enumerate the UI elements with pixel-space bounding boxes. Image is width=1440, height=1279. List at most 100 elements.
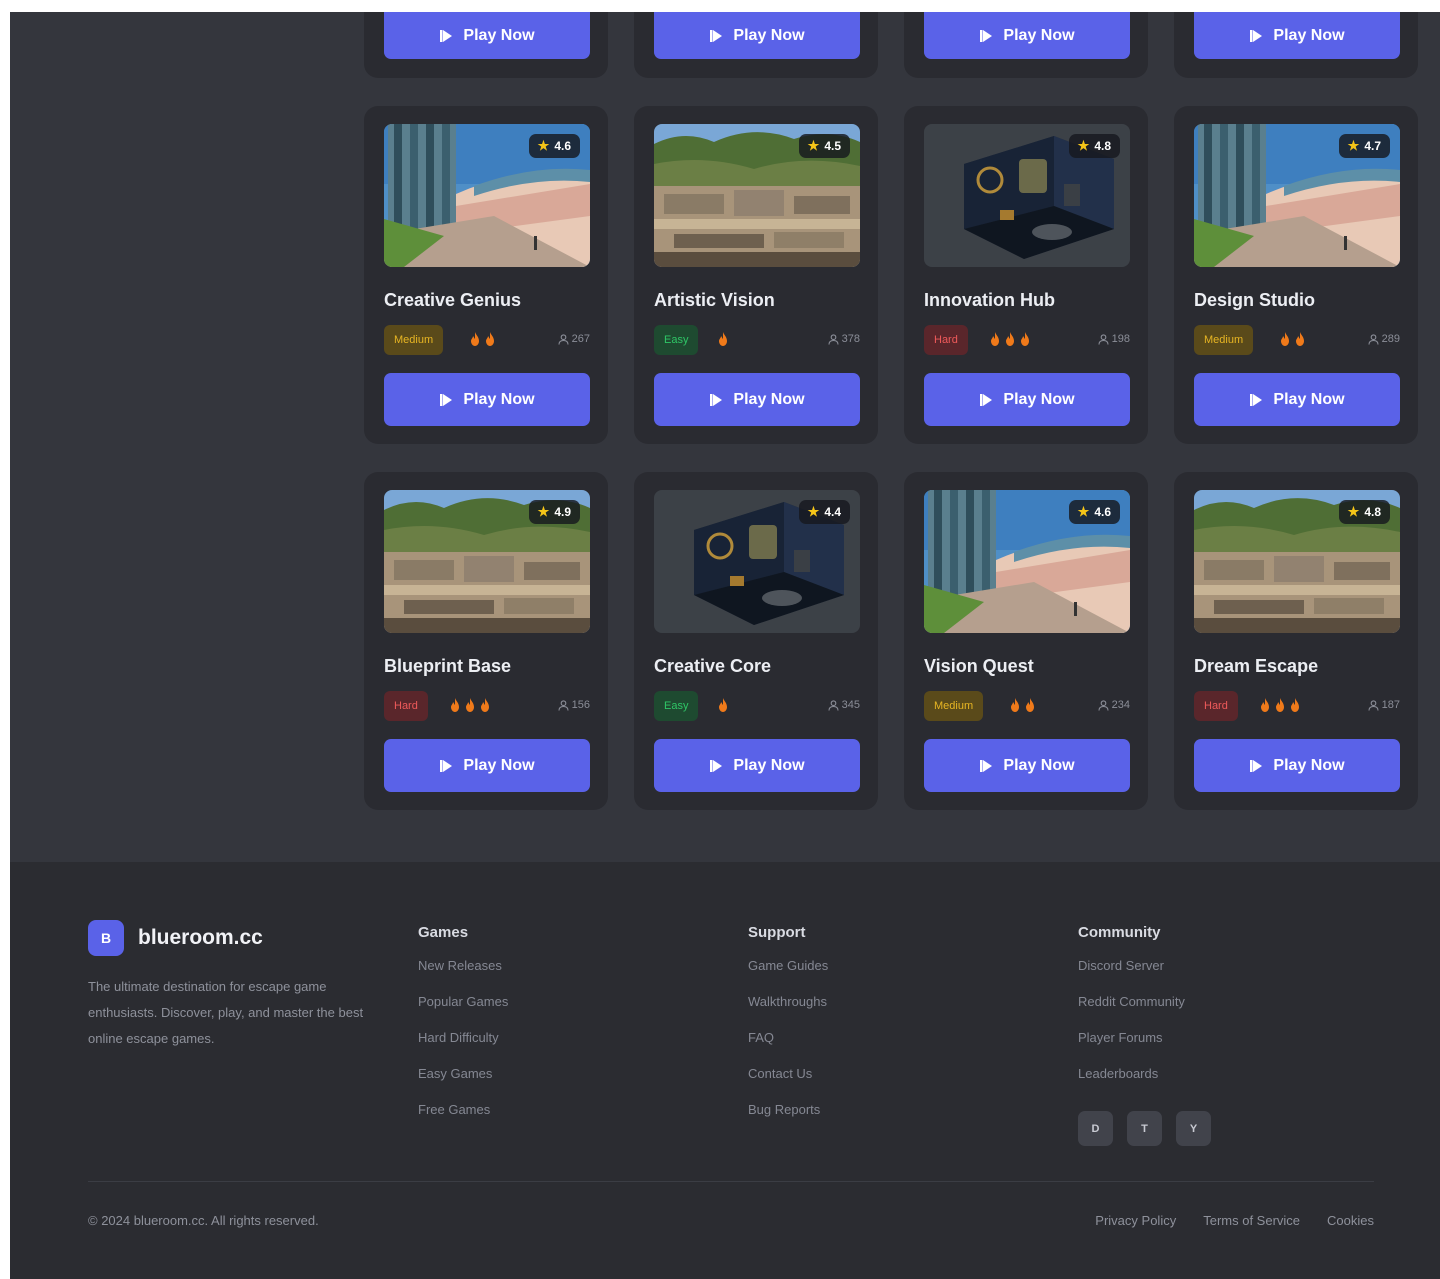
game-thumbnail[interactable]: ★ 4.5: [654, 124, 860, 267]
play-now-button[interactable]: Play Now: [654, 373, 860, 426]
game-title[interactable]: Creative Core: [654, 656, 771, 677]
footer-link[interactable]: Game Guides: [748, 955, 828, 991]
player-count-value: 187: [1381, 699, 1400, 711]
game-title[interactable]: Creative Genius: [384, 290, 521, 311]
privacy-policy-link[interactable]: Privacy Policy: [1095, 1213, 1176, 1228]
youtube-social-button[interactable]: Y: [1176, 1111, 1211, 1146]
flame-icon: [486, 332, 494, 346]
game-thumbnail[interactable]: ★ 4.9: [384, 490, 590, 633]
players-icon: [1368, 699, 1379, 711]
page: Play Now Play Now Play Now Play Now ★ 4.6…: [10, 12, 1440, 1279]
rating-value: 4.6: [1094, 505, 1111, 519]
difficulty-badge: Medium: [924, 691, 984, 721]
difficulty-flames: [990, 332, 1030, 346]
footer-link[interactable]: Discord Server: [1078, 955, 1185, 991]
game-meta: Hard 198: [924, 325, 1130, 355]
player-count-value: 289: [1381, 333, 1400, 345]
difficulty-badge: Hard: [1194, 691, 1238, 721]
flame-icon: [1281, 332, 1289, 346]
rating-badge: ★ 4.7: [1338, 134, 1390, 158]
star-icon: ★: [807, 504, 820, 519]
star-icon: ★: [537, 504, 550, 519]
play-now-label: Play Now: [463, 756, 535, 774]
footer-link[interactable]: Easy Games: [418, 1063, 508, 1099]
play-icon: [440, 393, 453, 406]
footer-link[interactable]: New Releases: [418, 955, 508, 991]
game-thumbnail[interactable]: ★ 4.6: [924, 490, 1130, 633]
social-links: D T Y: [1078, 1111, 1211, 1146]
game-title[interactable]: Innovation Hub: [924, 290, 1055, 311]
play-now-button[interactable]: Play Now: [1194, 373, 1400, 426]
play-now-button[interactable]: Play Now: [924, 739, 1130, 792]
play-now-label: Play Now: [1273, 756, 1345, 774]
game-thumbnail[interactable]: ★ 4.7: [1194, 124, 1400, 267]
play-now-button[interactable]: Play Now: [384, 373, 590, 426]
play-now-button[interactable]: Play Now: [924, 373, 1130, 426]
play-now-label: Play Now: [1003, 26, 1075, 44]
play-icon: [980, 759, 993, 772]
play-now-button[interactable]: Play Now: [384, 739, 590, 792]
cookies-link[interactable]: Cookies: [1327, 1213, 1374, 1228]
legal-links: Privacy Policy Terms of Service Cookies: [1095, 1213, 1374, 1228]
play-now-button[interactable]: Play Now: [654, 739, 860, 792]
difficulty-flames: [450, 698, 490, 712]
game-title[interactable]: Blueprint Base: [384, 656, 511, 677]
footer-link[interactable]: Leaderboards: [1078, 1063, 1185, 1099]
footer-brand[interactable]: B blueroom.cc: [88, 920, 263, 956]
rating-value: 4.5: [824, 139, 841, 153]
play-now-button[interactable]: Play Now: [384, 12, 590, 59]
terms-of-service-link[interactable]: Terms of Service: [1203, 1213, 1300, 1228]
player-count: 156: [558, 699, 590, 711]
star-icon: ★: [1347, 504, 1360, 519]
star-icon: ★: [537, 138, 550, 153]
game-title[interactable]: Dream Escape: [1194, 656, 1318, 677]
game-card[interactable]: ★ 4.8 Dream Escape Hard 187 Play Now: [1174, 472, 1418, 810]
game-card[interactable]: ★ 4.4 Creative Core Easy 345 Play Now: [634, 472, 878, 810]
flame-icon: [719, 698, 727, 712]
difficulty-flames: [470, 332, 495, 346]
game-card[interactable]: ★ 4.9 Blueprint Base Hard 156 Play Now: [364, 472, 608, 810]
footer-column-community: Community Discord Server Reddit Communit…: [1078, 924, 1185, 1099]
brand-logo: B: [88, 920, 124, 956]
footer-link[interactable]: Contact Us: [748, 1063, 828, 1099]
footer-link[interactable]: Reddit Community: [1078, 991, 1185, 1027]
game-thumbnail[interactable]: ★ 4.8: [1194, 490, 1400, 633]
rating-badge: ★ 4.6: [528, 134, 580, 158]
game-title[interactable]: Vision Quest: [924, 656, 1034, 677]
play-now-button[interactable]: Play Now: [1194, 12, 1400, 59]
play-now-label: Play Now: [463, 390, 535, 408]
game-card[interactable]: ★ 4.6 Vision Quest Medium 234 Play Now: [904, 472, 1148, 810]
play-now-button[interactable]: Play Now: [924, 12, 1130, 59]
footer-column-support: Support Game Guides Walkthroughs FAQ Con…: [748, 924, 828, 1135]
play-now-label: Play Now: [1273, 390, 1345, 408]
game-card[interactable]: ★ 4.6 Creative Genius Medium 267 Play Now: [364, 106, 608, 444]
game-thumbnail[interactable]: ★ 4.6: [384, 124, 590, 267]
footer-column-games: Games New Releases Popular Games Hard Di…: [418, 924, 508, 1135]
play-icon: [980, 393, 993, 406]
footer-link[interactable]: Free Games: [418, 1099, 508, 1135]
discord-social-button[interactable]: D: [1078, 1111, 1113, 1146]
game-title[interactable]: Design Studio: [1194, 290, 1315, 311]
game-card[interactable]: ★ 4.8 Innovation Hub Hard 198 Play Now: [904, 106, 1148, 444]
star-icon: ★: [1077, 504, 1090, 519]
footer-link[interactable]: Walkthroughs: [748, 991, 828, 1027]
game-title[interactable]: Artistic Vision: [654, 290, 775, 311]
players-icon: [558, 699, 569, 711]
play-now-button[interactable]: Play Now: [654, 12, 860, 59]
difficulty-badge: Medium: [1194, 325, 1254, 355]
footer-link[interactable]: Player Forums: [1078, 1027, 1185, 1063]
game-thumbnail[interactable]: ★ 4.8: [924, 124, 1130, 267]
footer-link[interactable]: Popular Games: [418, 991, 508, 1027]
game-card[interactable]: ★ 4.5 Artistic Vision Easy 378 Play Now: [634, 106, 878, 444]
play-now-button[interactable]: Play Now: [1194, 739, 1400, 792]
footer-link[interactable]: Bug Reports: [748, 1099, 828, 1135]
game-thumbnail[interactable]: ★ 4.4: [654, 490, 860, 633]
game-card[interactable]: ★ 4.7 Design Studio Medium 289 Play Now: [1174, 106, 1418, 444]
play-icon: [710, 759, 723, 772]
player-count-value: 234: [1111, 699, 1130, 711]
flame-icon: [1261, 698, 1269, 712]
play-now-label: Play Now: [1003, 756, 1075, 774]
footer-link[interactable]: Hard Difficulty: [418, 1027, 508, 1063]
twitter-social-button[interactable]: T: [1127, 1111, 1162, 1146]
footer-link[interactable]: FAQ: [748, 1027, 828, 1063]
